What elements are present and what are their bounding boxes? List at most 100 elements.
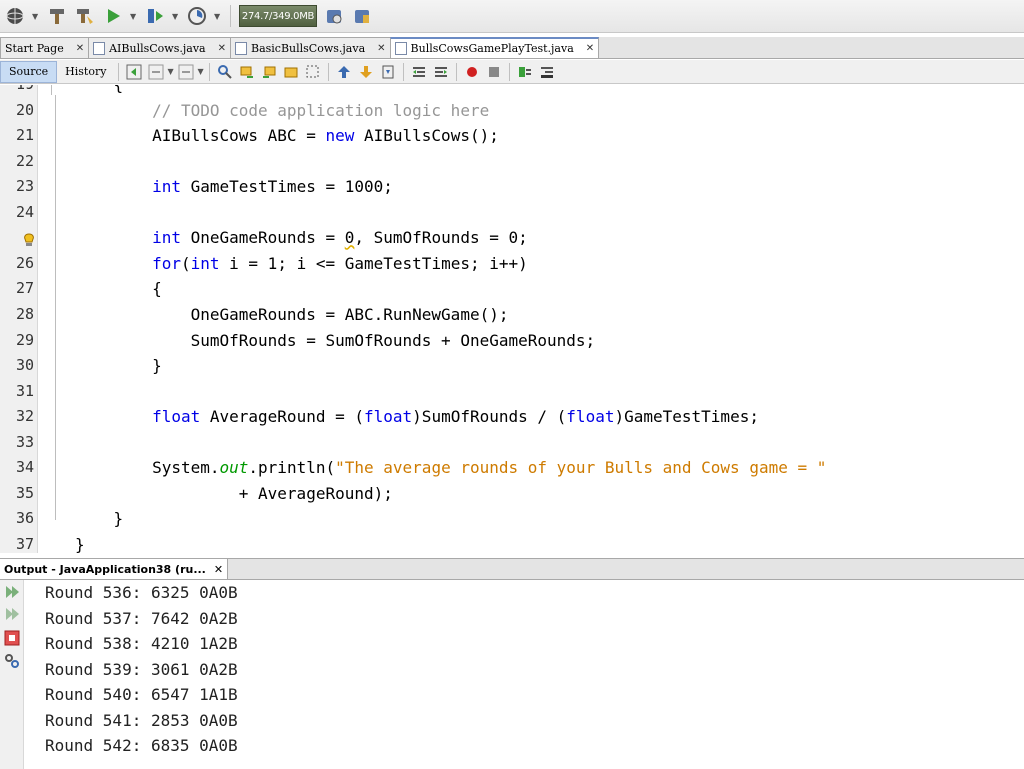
previous-bookmark-icon[interactable]: [335, 63, 353, 81]
code-text: SumOfRounds = SumOfRounds + OneGameRound…: [75, 328, 596, 353]
chevron-down-icon[interactable]: ▼: [197, 67, 205, 76]
profile-icon[interactable]: [186, 5, 208, 27]
tab-history[interactable]: History: [57, 61, 114, 83]
line-number: 26: [15, 253, 34, 272]
next-bookmark-icon[interactable]: [357, 63, 375, 81]
code-line: 32 float AverageRound = (float)SumOfRoun…: [0, 404, 1024, 429]
clean-build-icon[interactable]: [74, 5, 96, 27]
code-text: for(int i = 1; i <= GameTestTimes; i++): [75, 251, 528, 276]
stop-macro-icon[interactable]: [485, 63, 503, 81]
code-line: 21 AIBullsCows ABC = new AIBullsCows();: [0, 123, 1024, 148]
code-token: AverageRound = (: [200, 407, 364, 427]
gc-icon[interactable]: [323, 5, 345, 27]
code-text: }: [75, 506, 124, 531]
toolbar-separator: [403, 62, 405, 81]
code-token: OneGameRounds =: [180, 228, 345, 248]
code-token: System.: [75, 458, 220, 478]
toolbar-separator: [509, 62, 511, 81]
code-token: out: [219, 458, 249, 478]
find-previous-icon[interactable]: [238, 63, 256, 81]
close-icon[interactable]: ✕: [586, 43, 594, 54]
code-token: int: [152, 228, 181, 248]
snapshot-icon[interactable]: [351, 5, 373, 27]
output-line: Round 537: 7642 0A2B: [45, 608, 238, 628]
output-line: Round 539: 3061 0A2B: [45, 659, 238, 679]
uncomment-icon[interactable]: [538, 63, 556, 81]
shift-left-icon[interactable]: [410, 63, 428, 81]
back-icon[interactable]: [147, 63, 165, 81]
close-icon[interactable]: ✕: [218, 43, 226, 54]
chevron-down-icon[interactable]: ▼: [167, 67, 175, 76]
rectangular-selection-icon[interactable]: [304, 63, 322, 81]
stop-icon[interactable]: [3, 629, 20, 646]
code-line: 22: [0, 149, 1024, 174]
debug-icon[interactable]: [144, 5, 166, 27]
toggle-bookmark-icon[interactable]: [379, 63, 397, 81]
editor-tab[interactable]: AIBullsCows.java ✕: [88, 37, 231, 58]
tab-source[interactable]: Source: [0, 60, 58, 83]
code-line: int OneGameRounds = 0, SumOfRounds = 0;: [0, 225, 1024, 250]
chevron-down-icon[interactable]: ▼: [130, 12, 138, 21]
close-icon[interactable]: ✕: [214, 563, 223, 576]
run-icon[interactable]: [102, 5, 124, 27]
code-line: 31: [0, 379, 1024, 404]
code-token: (: [180, 253, 191, 273]
code-editor[interactable]: 19 {20 // TODO code application logic he…: [0, 85, 1024, 553]
line-number: 24: [15, 202, 34, 221]
line-number: 33: [15, 432, 34, 451]
java-file-icon: [93, 41, 106, 55]
memory-meter[interactable]: 274.7/349.0MB: [239, 5, 317, 27]
toolbar-separator: [118, 62, 120, 81]
line-number: 20: [15, 100, 34, 119]
code-token: AIBullsCows();: [354, 126, 499, 146]
rerun-different-icon[interactable]: [3, 605, 20, 622]
close-icon[interactable]: ✕: [377, 43, 385, 54]
chevron-down-icon[interactable]: ▼: [214, 12, 222, 21]
editor-tab[interactable]: BullsCowsGamePlayTest.java ✕: [389, 37, 600, 58]
code-token: // TODO code application logic here: [152, 100, 490, 120]
line-number: 34: [15, 458, 34, 477]
find-next-icon[interactable]: [260, 63, 278, 81]
editor-tab-label: Start Page: [5, 41, 64, 55]
last-edit-icon[interactable]: [125, 63, 143, 81]
toolbar-separator: [328, 62, 330, 81]
shift-right-icon[interactable]: [432, 63, 450, 81]
output-tab[interactable]: Output - JavaApplication38 (ru... ✕: [0, 559, 229, 579]
code-line: 35 + AverageRound);: [0, 481, 1024, 506]
code-token: OneGameRounds = ABC.RunNewGame();: [75, 304, 509, 324]
editor-tab-label: BasicBullsCows.java: [250, 41, 366, 55]
line-number: 32: [15, 407, 34, 426]
chevron-down-icon[interactable]: ▼: [32, 12, 40, 21]
warning-bulb-icon[interactable]: [22, 233, 36, 250]
forward-icon[interactable]: [177, 63, 195, 81]
toggle-highlight-icon[interactable]: [282, 63, 300, 81]
code-token: AIBullsCows ABC =: [75, 126, 326, 146]
hammer-icon[interactable]: [46, 5, 68, 27]
close-icon[interactable]: ✕: [76, 43, 84, 54]
code-token: i = 1; i <= GameTestTimes; i++): [219, 253, 528, 273]
toolbar-separator: [209, 62, 211, 81]
toolbar-separator: [456, 62, 458, 81]
editor-tab[interactable]: BasicBullsCows.java ✕: [229, 37, 391, 58]
settings-icon[interactable]: [3, 652, 20, 669]
globe-icon[interactable]: [4, 5, 26, 27]
code-token: 0: [344, 228, 355, 248]
output-panel[interactable]: Round 536: 6325 0A0B Round 537: 7642 0A2B…: [0, 580, 1024, 769]
start-macro-icon[interactable]: [463, 63, 481, 81]
find-icon[interactable]: [216, 63, 234, 81]
rerun-icon[interactable]: [3, 583, 20, 600]
line-number: 23: [15, 177, 34, 196]
code-token: new: [325, 126, 355, 146]
java-file-icon: [234, 41, 247, 55]
comment-icon[interactable]: [516, 63, 534, 81]
chevron-down-icon[interactable]: ▼: [172, 12, 180, 21]
code-text: OneGameRounds = ABC.RunNewGame();: [75, 302, 509, 327]
output-tabs: Output - JavaApplication38 (ru... ✕: [0, 558, 1024, 580]
editor-tab[interactable]: Start Page ✕: [0, 37, 90, 58]
code-line: 26 for(int i = 1; i <= GameTestTimes; i+…: [0, 251, 1024, 276]
code-token: float: [364, 407, 413, 427]
